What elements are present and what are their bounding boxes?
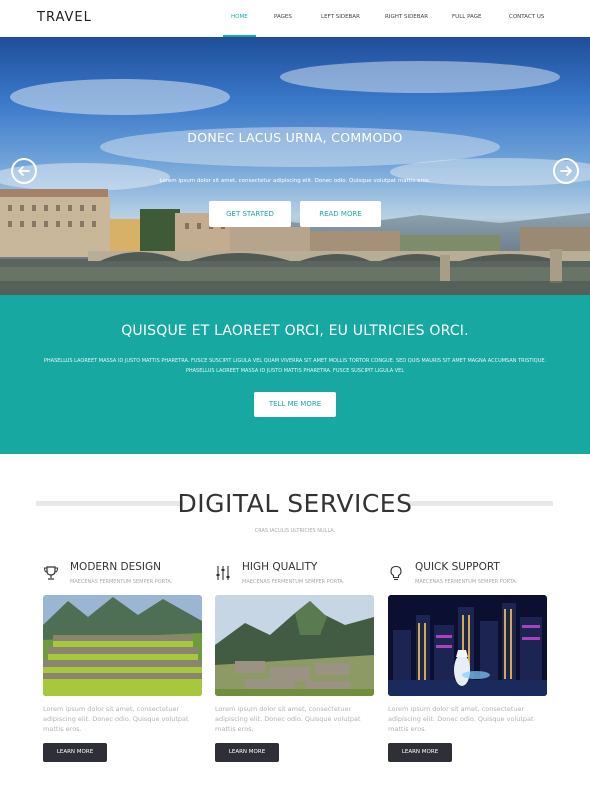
learn-more-button[interactable]: LEARN MORE	[215, 743, 279, 762]
services-title: DIGITAL SERVICES	[177, 489, 413, 518]
site-logo[interactable]: TRAVEL	[37, 10, 92, 25]
card-title: MODERN DESIGN	[70, 561, 162, 573]
card-subtitle: Maecenas fermentum semper porta.	[70, 579, 173, 585]
card-image-ruins-terraces	[43, 595, 202, 696]
card-text: Lorem ipsum dolor sit amet, consectetuer…	[43, 705, 189, 733]
card-title: QUICK SUPPORT	[415, 561, 500, 573]
top-navbar: TRAVEL HOME PAGES LEFT SIDEBAR RIGHT SID…	[0, 0, 590, 37]
hero-slider: DONEC LACUS URNA, COMMODO Lorem ipsum do…	[0, 37, 590, 295]
callout-band: QUISQUE ET LAOREET ORCI, EU ULTRICIES OR…	[0, 295, 590, 454]
menu-item-pages[interactable]: PAGES	[262, 0, 304, 37]
service-card-quick-support: QUICK SUPPORT Maecenas fermentum semper …	[388, 558, 548, 768]
hero-background-image	[0, 61, 590, 295]
arrow-left-icon	[18, 166, 30, 176]
service-card-high-quality: HIGH QUALITY Maecenas fermentum semper p…	[215, 558, 375, 768]
trophy-icon	[43, 566, 59, 580]
card-title: HIGH QUALITY	[242, 561, 318, 573]
band-text: Phasellus laoreet massa id justo mattis …	[43, 358, 547, 374]
menu-item-left-sidebar[interactable]: LEFT SIDEBAR	[309, 0, 372, 37]
lightbulb-icon	[390, 565, 402, 581]
learn-more-button[interactable]: LEARN MORE	[43, 743, 107, 762]
card-text: Lorem ipsum dolor sit amet, consectetuer…	[388, 705, 534, 733]
menu-item-home[interactable]: HOME	[219, 0, 260, 37]
card-subtitle: Maecenas fermentum semper porta.	[242, 579, 345, 585]
card-subtitle: Maecenas fermentum semper porta.	[415, 579, 518, 585]
get-started-button[interactable]: GET STARTED	[209, 201, 291, 227]
arrow-right-icon	[560, 166, 572, 176]
menu-item-full-page[interactable]: FULL PAGE	[440, 0, 493, 37]
hero-subtitle: Lorem ipsum dolor sit amet, consectetur …	[159, 178, 431, 184]
card-text: Lorem ipsum dolor sit amet, consectetuer…	[215, 705, 361, 733]
learn-more-button[interactable]: LEARN MORE	[388, 743, 452, 762]
band-title: QUISQUE ET LAOREET ORCI, EU ULTRICIES OR…	[121, 323, 469, 339]
menu-item-contact-us[interactable]: CONTACT US	[497, 0, 556, 37]
menu-item-right-sidebar[interactable]: RIGHT SIDEBAR	[373, 0, 440, 37]
service-card-modern-design: MODERN DESIGN Maecenas fermentum semper …	[43, 558, 203, 768]
slider-prev-button[interactable]	[11, 158, 37, 184]
card-image-mountain-ruins	[215, 595, 374, 696]
services-subtitle: Cras iaculis ultricies nulla.	[254, 528, 336, 534]
read-more-button[interactable]: READ MORE	[300, 201, 381, 227]
hero-title: DONEC LACUS URNA, COMMODO	[187, 130, 403, 145]
slider-next-button[interactable]	[553, 158, 579, 184]
sliders-icon	[216, 566, 230, 580]
card-image-city-night	[388, 595, 547, 696]
tell-me-more-button[interactable]: TELL ME MORE	[254, 392, 336, 417]
